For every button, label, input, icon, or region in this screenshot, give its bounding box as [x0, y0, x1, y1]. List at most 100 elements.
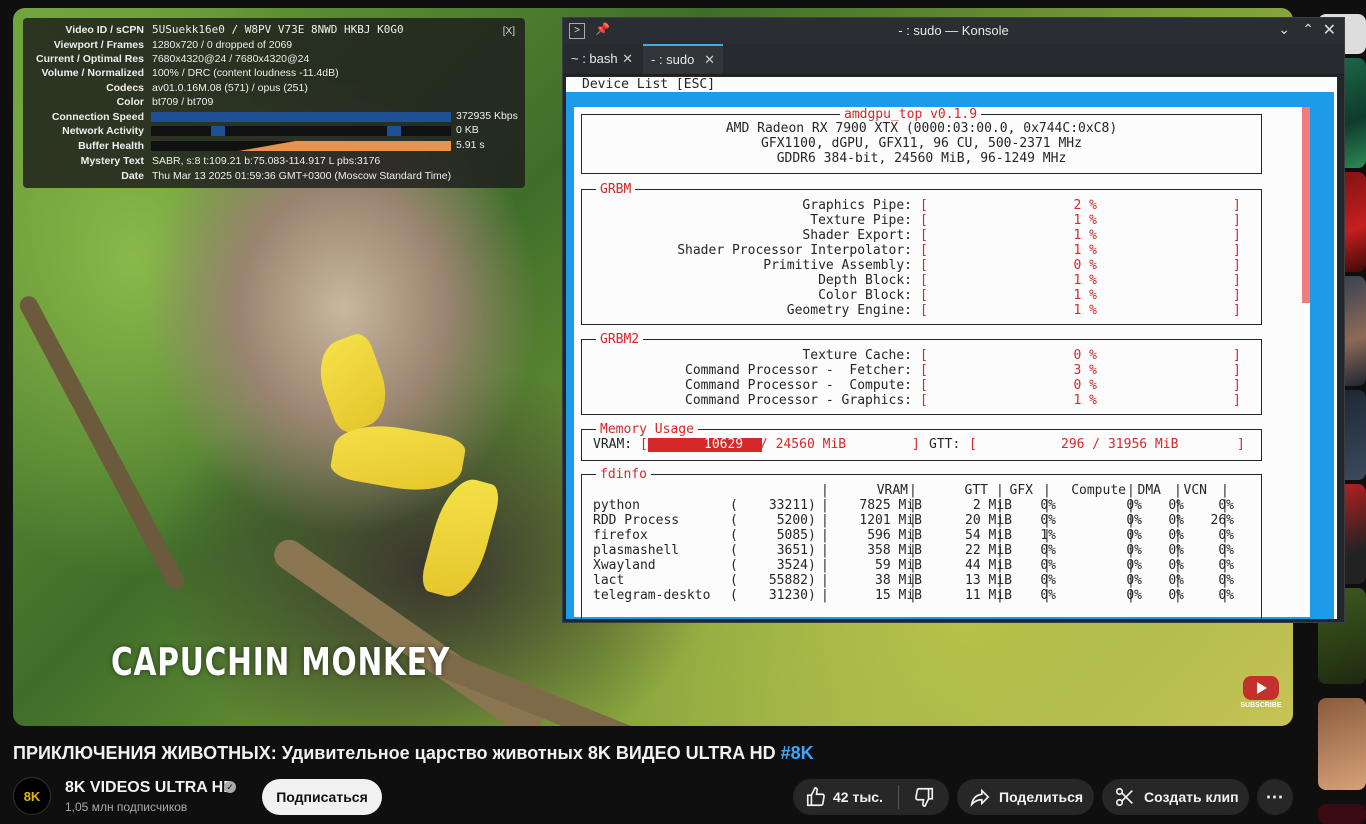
stats-value: 5.91 s — [456, 139, 485, 151]
window-title: - : sudo — Konsole — [898, 23, 1009, 38]
vram-total: / 24560 MiB — [760, 437, 847, 452]
create-clip-button[interactable]: Создать клип — [1102, 779, 1249, 815]
memory-usage-box: Memory Usage VRAM: [ 10629 / 24560 MiB ]… — [581, 422, 1262, 461]
gauge-bracket-open: [ — [920, 393, 928, 408]
vram-bar: 10629 / 24560 MiB ] — [648, 437, 920, 452]
gauge-bracket-open: [ — [920, 288, 928, 303]
stats-value: av01.0.16M.08 (571) / opus (251) — [152, 82, 308, 94]
gauge-bracket-open: [ — [920, 273, 928, 288]
gauge-percent: 3 % — [1073, 363, 1097, 378]
stats-value: SABR, s:8 t:109.21 b:75.083-114.917 L pb… — [152, 155, 381, 167]
gauge-percent: 0 % — [1073, 378, 1097, 393]
buffer-health-graph — [151, 141, 451, 151]
banana-shape — [418, 472, 503, 604]
stats-value: bt709 / bt709 — [152, 96, 214, 108]
hashtag-link[interactable]: #8K — [781, 743, 814, 763]
gauge-bracket-open: [ — [920, 258, 928, 273]
vram-bracket-close: ] — [912, 437, 920, 452]
gauge-percent: 1 % — [1073, 228, 1097, 243]
dislike-button[interactable] — [899, 779, 949, 815]
gauge-bracket-close: ] — [1233, 228, 1241, 243]
terminal-frame: amdgpu_top v0.1.9 AMD Radeon RX 7900 XTX… — [566, 92, 1334, 619]
close-tab-icon[interactable]: ✕ — [704, 46, 715, 74]
gauge-label: Graphics Pipe: — [802, 198, 912, 213]
stats-close-button[interactable]: [X] — [503, 26, 515, 37]
gauge-label: Geometry Engine: — [786, 303, 912, 318]
recommended-thumbnail[interactable] — [1318, 804, 1366, 824]
tab-label: - : sudo — [651, 52, 695, 67]
gauge-bracket-open: [ — [920, 303, 928, 318]
stats-key: Mystery Text — [80, 155, 144, 167]
gtt-bracket-close: ] — [1237, 437, 1245, 452]
like-dislike-group: 42 тыс. — [793, 779, 949, 815]
recommended-thumbnail[interactable] — [1318, 698, 1366, 790]
scrollbar-thumb[interactable] — [1302, 107, 1310, 303]
video-title: ПРИКЛЮЧЕНИЯ ЖИВОТНЫХ: Удивительное царст… — [13, 743, 814, 764]
gauge-bracket-close: ] — [1233, 378, 1241, 393]
like-button[interactable]: 42 тыс. — [793, 779, 898, 815]
verified-check-icon: ✓ — [224, 781, 236, 793]
thumbs-up-icon — [806, 787, 825, 807]
close-tab-icon[interactable]: ✕ — [622, 44, 633, 74]
process-vcn: 0% — [1218, 543, 1234, 558]
subscribe-button[interactable]: Подписаться — [262, 779, 382, 815]
stats-value: 1280x720 / 0 dropped of 2069 — [152, 39, 293, 51]
gauge-label: Shader Processor Interpolator: — [677, 243, 912, 258]
gauge-label: Primitive Assembly: — [763, 258, 912, 273]
gauge-bracket-close: ] — [1233, 243, 1241, 258]
banana-shape — [309, 330, 397, 436]
gauge-bracket-open: [ — [920, 348, 928, 363]
gauge-bracket-open: [ — [920, 378, 928, 393]
gauge-bracket-close: ] — [1233, 273, 1241, 288]
gauge-bracket-open: [ — [920, 228, 928, 243]
gauge-label: Texture Cache: — [802, 348, 912, 363]
stats-key: Current / Optimal Res — [36, 53, 144, 65]
gauge-percent: 1 % — [1073, 273, 1097, 288]
gauge-bracket-close: ] — [1233, 393, 1241, 408]
avatar-text: 8K — [23, 788, 41, 804]
tab-bash[interactable]: ~ : bash ✕ — [563, 44, 641, 74]
konsole-window[interactable]: > 📌 - : sudo — Konsole ⌄ ⌃ ✕ ~ : bash ✕ -… — [562, 17, 1345, 623]
video-caption: CAPUCHIN MONKEY — [111, 640, 451, 684]
vram-bracket: [ — [640, 437, 648, 452]
gauge-label: Depth Block: — [818, 273, 912, 288]
gauge-label: Command Processor - Fetcher: — [685, 363, 912, 378]
grbm2-box: GRBM2 Texture Cache: [0 %] Command Process… — [581, 332, 1262, 415]
fdinfo-box: fdinfo | | | | | | | VRAM GTT GFX Compute DMA VCN py… — [581, 467, 1262, 619]
stats-key: Date — [121, 170, 144, 182]
device-line: AMD Radeon RX 7900 XTX (0000:03:00.0, 0x… — [725, 121, 1118, 136]
app-title: amdgpu_top v0.1.9 — [840, 107, 982, 122]
tab-label: ~ : bash — [571, 51, 618, 66]
subscribe-watermark[interactable]: SUBSCRIBE — [1240, 674, 1282, 714]
gauge-percent: 0 % — [1073, 258, 1097, 273]
gauge-percent: 1 % — [1073, 288, 1097, 303]
stats-value: 5USuekk16e0 / W8PV V73E 8NWD HKBJ K0G0 — [152, 23, 404, 36]
process-vcn: 0% — [1218, 573, 1234, 588]
device-list-header[interactable]: Device List [ESC] — [582, 77, 715, 92]
process-vcn: 26% — [1210, 513, 1234, 528]
gtt-label: GTT: — [929, 437, 961, 452]
device-line: GFX1100, dGPU, GFX11, 96 CU, 500-2371 MH… — [761, 136, 1082, 151]
stats-key: Color — [116, 96, 144, 108]
gauge-bracket-close: ] — [1233, 213, 1241, 228]
tab-sudo[interactable]: - : sudo ✕ — [643, 44, 723, 74]
more-actions-button[interactable]: ⋯ — [1257, 779, 1293, 815]
channel-name[interactable]: 8K VIDEOS ULTRA HD — [65, 779, 235, 797]
more-dots-icon: ⋯ — [1265, 786, 1285, 807]
gauge-bracket-close: ] — [1233, 198, 1241, 213]
share-icon — [970, 788, 990, 808]
stats-key: Buffer Health — [78, 140, 144, 152]
close-icon[interactable]: ✕ — [1323, 20, 1336, 40]
scissors-icon — [1115, 787, 1133, 807]
terminal-view[interactable]: Device List [ESC] amdgpu_top v0.1.9 AMD … — [566, 77, 1337, 619]
stats-key: Connection Speed — [51, 111, 144, 123]
stats-key: Codecs — [106, 82, 144, 94]
stats-key: Video ID / sCPN — [65, 24, 144, 36]
channel-avatar[interactable]: 8K — [13, 777, 51, 815]
share-button[interactable]: Поделиться — [957, 779, 1094, 815]
maximize-icon[interactable]: ⌃ — [1302, 21, 1314, 38]
window-titlebar[interactable]: > 📌 - : sudo — Konsole ⌄ ⌃ ✕ — [563, 18, 1344, 44]
minimize-icon[interactable]: ⌄ — [1278, 21, 1290, 38]
stats-for-nerds-panel: [X] Video ID / sCPN 5USuekk16e0 / W8PV V7… — [23, 18, 525, 188]
tab-bar: ~ : bash ✕ - : sudo ✕ — [563, 44, 1344, 75]
